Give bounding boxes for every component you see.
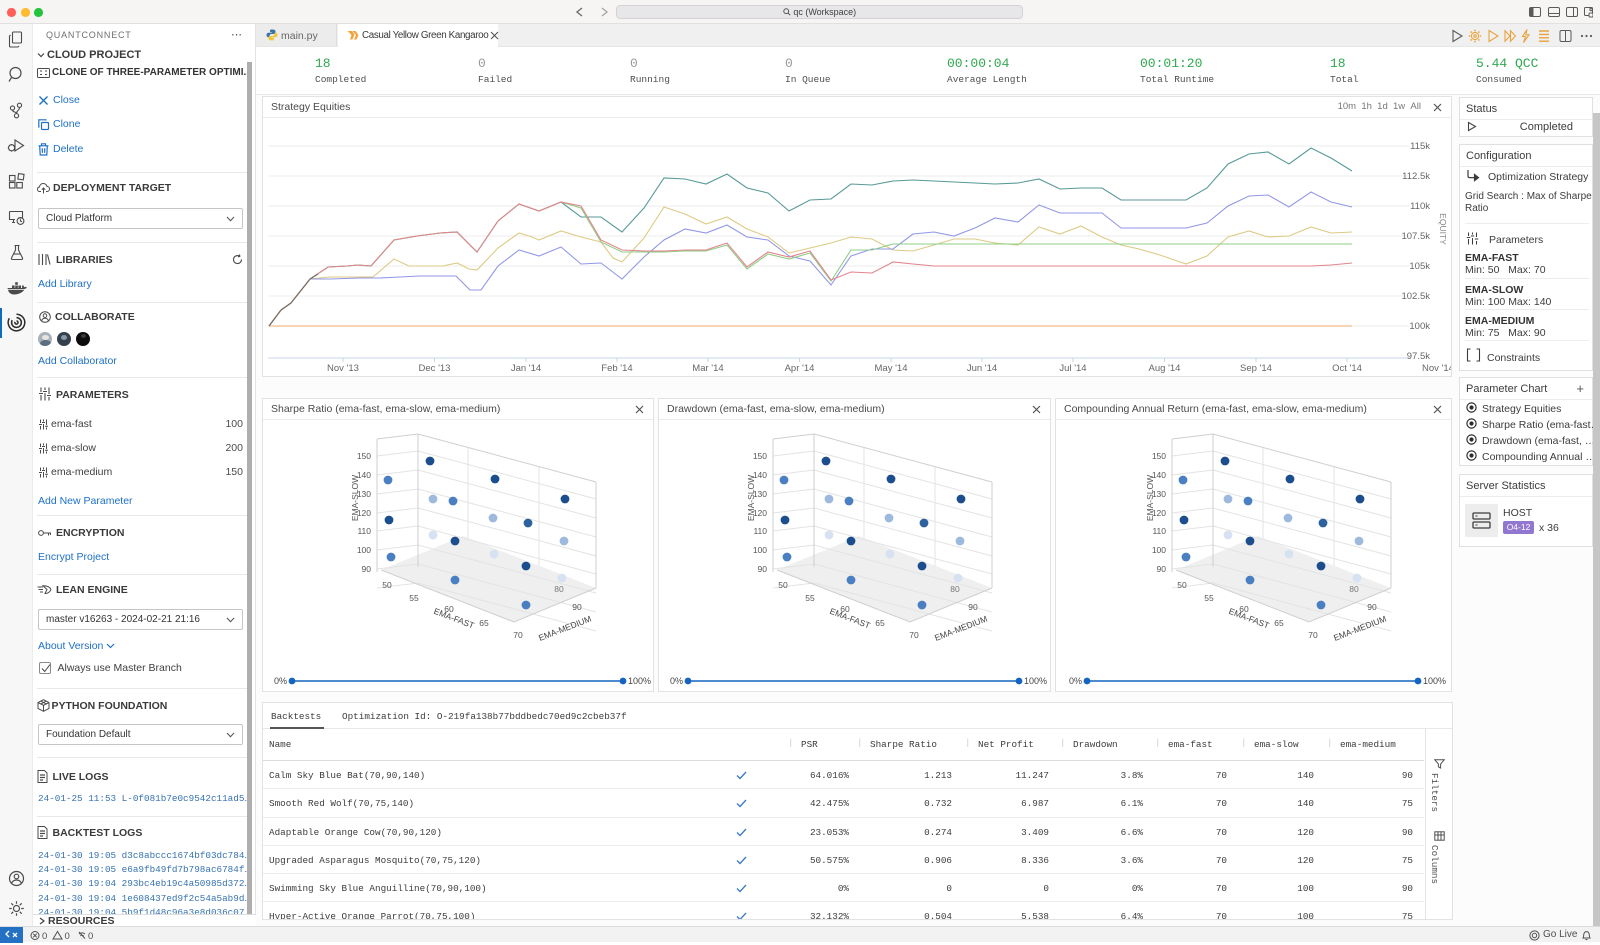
svg-text:Aug '14: Aug '14 <box>1149 363 1181 374</box>
svg-text:102.5k: 102.5k <box>1401 291 1430 302</box>
svg-text:Jul '14: Jul '14 <box>1059 363 1086 374</box>
svg-text:Dec '13: Dec '13 <box>419 363 451 374</box>
svg-text:Apr '14: Apr '14 <box>785 363 815 374</box>
svg-text:Sep '14: Sep '14 <box>1240 363 1272 374</box>
svg-text:Jun '14: Jun '14 <box>967 363 997 374</box>
svg-text:Jan '14: Jan '14 <box>511 363 541 374</box>
svg-text:EQUITY: EQUITY <box>1438 213 1448 245</box>
svg-text:Oct '14: Oct '14 <box>1332 363 1362 374</box>
svg-text:May '14: May '14 <box>875 363 908 374</box>
svg-text:Feb '14: Feb '14 <box>601 363 632 374</box>
svg-text:115k: 115k <box>1410 141 1430 152</box>
svg-text:Mar '14: Mar '14 <box>692 363 723 374</box>
svg-text:0: 0 <box>65 931 70 941</box>
svg-text:110k: 110k <box>1410 201 1430 212</box>
svg-text:Nov '13: Nov '13 <box>327 363 359 374</box>
svg-text:97.5k: 97.5k <box>1407 351 1430 362</box>
svg-text:0: 0 <box>88 931 93 941</box>
svg-text:112.5k: 112.5k <box>1402 171 1430 182</box>
svg-text:Nov '14: Nov '14 <box>1422 363 1451 374</box>
svg-text:105k: 105k <box>1409 261 1430 272</box>
svg-text:107.5k: 107.5k <box>1401 231 1430 242</box>
svg-text:100k: 100k <box>1409 321 1430 332</box>
svg-text:0: 0 <box>42 931 47 941</box>
